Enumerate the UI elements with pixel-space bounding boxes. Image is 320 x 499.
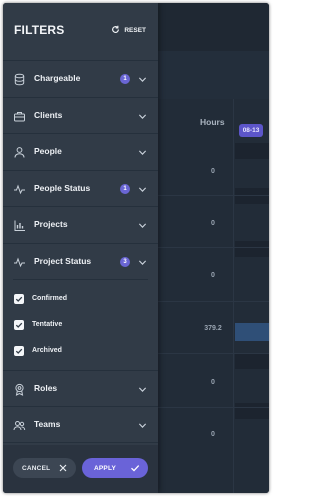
grid-row-divider [158,195,269,196]
project-status-header[interactable]: Project Status 3 [3,244,158,280]
grid-cell [235,241,269,257]
filters-header: FILTERS RESET [3,3,158,61]
filter-section-roles[interactable]: Roles [3,371,158,407]
chevron-down-icon [138,112,147,121]
hours-value: 379.2 [204,325,222,332]
hours-value: 0 [211,431,215,438]
section-label: Chargeable [34,73,81,83]
section-label: Projects [34,219,68,229]
chevron-down-icon [138,258,147,267]
section-label: Project Status [34,255,92,266]
grid-top-bar [158,3,269,51]
check-icon [15,322,23,328]
filter-section-project-status: Project Status 3 Confirmed Tentative Arc… [3,244,158,371]
filter-section-people-status[interactable]: People Status 1 [3,171,158,207]
grid-cell [235,188,269,204]
filters-footer: CANCEL APPLY [3,445,158,493]
grid-row-divider [158,407,269,408]
hours-value: 0 [211,379,215,386]
checkbox[interactable] [14,319,24,330]
column-divider [233,99,234,493]
option-confirmed[interactable]: Confirmed [14,293,67,304]
count-badge: 1 [120,74,130,84]
section-label: Clients [34,109,63,120]
option-label: Confirmed [32,295,67,302]
check-icon [15,296,23,302]
section-label: People Status [34,182,91,193]
person-icon [13,146,26,159]
chevron-down-icon [138,185,147,194]
chevron-down-icon [138,221,147,230]
apply-button[interactable]: APPLY [82,458,148,478]
section-label: People [34,146,62,156]
grid-cell [235,143,269,159]
option-archived[interactable]: Archived [14,345,62,356]
briefcase-icon [13,110,26,123]
section-label: Roles [34,382,58,393]
cancel-label: CANCEL [22,464,51,472]
close-icon [58,463,68,473]
filter-section-clients[interactable]: Clients [3,98,158,134]
cancel-button[interactable]: CANCEL [13,458,76,478]
pulse-icon [13,183,26,196]
grid-row-divider [158,247,269,248]
grid-cell-highlight [235,323,269,341]
hours-value: 0 [211,220,215,227]
section-divider [13,278,148,280]
option-label: Archived [32,347,62,354]
bar-chart-icon [13,219,26,232]
grid-cell [235,353,269,369]
hours-column-header: Hours [200,117,225,127]
chevron-down-icon [138,75,147,84]
filters-panel: FILTERS RESET Chargeable 1 Clients Peopl… [3,3,158,493]
check-icon [15,348,23,354]
grid-row-divider [158,353,269,354]
team-icon [13,419,26,432]
badge-icon [13,383,26,396]
option-label: Tentative [32,321,63,328]
grid-header-band [158,51,269,99]
checkbox[interactable] [14,345,24,356]
grid-cell [235,403,269,419]
grid-row-divider [158,301,269,302]
refresh-icon [111,25,120,36]
pulse-icon [13,256,26,269]
filter-section-teams[interactable]: Teams [3,407,158,443]
reset-button[interactable]: RESET [111,25,146,36]
count-badge: 3 [120,256,130,267]
count-badge: 1 [120,183,130,194]
hours-value: 0 [211,272,215,279]
date-badge[interactable]: 08-13 [239,124,263,137]
section-label: Teams [34,418,61,429]
filter-section-chargeable[interactable]: Chargeable 1 [3,61,158,98]
apply-label: APPLY [94,464,117,472]
check-icon [130,463,140,473]
checkbox[interactable] [14,293,24,304]
option-tentative[interactable]: Tentative [14,319,63,330]
filter-section-projects[interactable]: Projects [3,207,158,244]
hours-value: 0 [211,168,215,175]
app-frame: Hours 08-13 0 0 0 379.2 0 0 FILTERS RESE… [3,3,269,493]
chevron-down-icon [138,421,147,430]
filters-title: FILTERS [14,23,65,37]
database-icon [13,73,26,86]
chevron-down-icon [138,385,147,394]
reset-label: RESET [124,27,146,34]
chevron-down-icon [138,148,147,157]
filter-section-people[interactable]: People [3,134,158,171]
